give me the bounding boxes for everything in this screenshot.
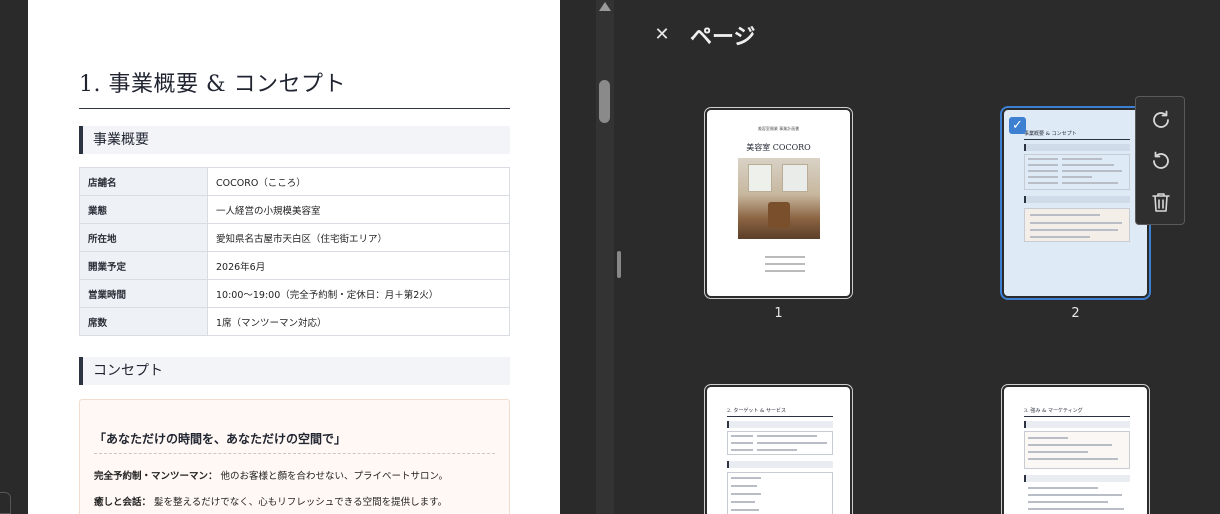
thumbnail-subtitle: 美容室開業 事業計画書 (757, 126, 800, 131)
page-thumbnail-1[interactable]: 美容室開業 事業計画書 美容室 COCORO (704, 107, 853, 299)
thumbnail-heading: 3. 強み & マーケティング (1024, 408, 1083, 414)
concept-item-label: 癒しと会話： (94, 497, 152, 508)
page-thumbnail-4[interactable]: 3. 強み & マーケティング (1001, 384, 1150, 514)
concept-box: 「あなただけの時間を、あなただけの空間で」 完全予約制・マンツーマン： 他のお客… (79, 399, 510, 514)
panel-title: ページ (690, 25, 756, 50)
panel-resize-handle[interactable] (617, 251, 621, 278)
row-key: 所在地 (79, 223, 208, 252)
row-key: 開業予定 (79, 251, 208, 280)
table-row: 席数 1席（マンツーマン対応） (79, 307, 510, 336)
rotate-clockwise-icon[interactable] (1149, 108, 1173, 132)
row-value: 2026年6月 (207, 251, 510, 280)
scroll-up-arrow-icon[interactable] (599, 2, 611, 11)
table-row: 開業予定 2026年6月 (79, 251, 510, 280)
concept-item: 完全予約制・マンツーマン： 他のお客様と顔を合わせない、プライベートサロン。 (94, 468, 495, 482)
row-value: COCORO（こころ） (207, 167, 510, 196)
section-heading-overview: 事業概要 (79, 126, 510, 154)
page-number: 2 (1071, 306, 1080, 321)
document-page: 1. 事業概要 & コンセプト 事業概要 店舗名 COCORO（こころ） 業態 一人… (28, 0, 560, 514)
concept-item: 癒しと会話： 髪を整えるだけでなく、心もリフレッシュできる空間を提供します。 (94, 494, 495, 508)
page-number: 1 (774, 306, 783, 321)
table-row: 営業時間 10:00〜19:00（完全予約制・定休日：月＋第2火） (79, 279, 510, 308)
row-value: 10:00〜19:00（完全予約制・定休日：月＋第2火） (207, 279, 510, 308)
corner-handle (0, 492, 11, 514)
thumbnail-heading: 2. ターゲット & サービス (727, 408, 786, 414)
concept-catchphrase: 「あなただけの時間を、あなただけの空間で」 (94, 430, 495, 454)
concept-item-text: 髪を整えるだけでなく、心もリフレッシュできる空間を提供します。 (154, 497, 448, 508)
document-scrollbar[interactable] (596, 0, 614, 514)
table-row: 業態 一人経営の小規模美容室 (79, 195, 510, 224)
row-value: 1席（マンツーマン対応） (207, 307, 510, 336)
row-key: 営業時間 (79, 279, 208, 308)
rotate-counterclockwise-icon[interactable] (1149, 149, 1173, 173)
table-row: 店舗名 COCORO（こころ） (79, 167, 510, 196)
row-value: 愛知県名古屋市天白区（住宅街エリア） (207, 223, 510, 252)
row-key: 店舗名 (79, 167, 208, 196)
concept-item-label: 完全予約制・マンツーマン： (94, 471, 218, 482)
trash-icon[interactable] (1149, 190, 1173, 214)
row-key: 席数 (79, 307, 208, 336)
thumbnail-title: 美容室 COCORO (746, 143, 811, 152)
row-key: 業態 (79, 195, 208, 224)
thumbnail-heading: 事業概要 & コンセプト (1024, 131, 1077, 137)
page-thumbnail-3[interactable]: 2. ターゲット & サービス (704, 384, 853, 514)
salon-photo (738, 158, 820, 239)
section-heading-concept: コンセプト (79, 357, 510, 385)
concept-item-text: 他のお客様と顔を合わせない、プライベートサロン。 (220, 471, 448, 482)
scrollbar-thumb[interactable] (599, 80, 610, 123)
page-thumbnail-2[interactable]: 事業概要 & コンセプト (1000, 106, 1151, 300)
overview-table: 店舗名 COCORO（こころ） 業態 一人経営の小規模美容室 所在地 愛知県名古屋市天… (79, 167, 510, 336)
app-root: 1. 事業概要 & コンセプト 事業概要 店舗名 COCORO（こころ） 業態 一人… (0, 0, 1220, 514)
page-actions-toolbar (1135, 96, 1185, 225)
page-title: 1. 事業概要 & コンセプト (79, 66, 510, 109)
row-value: 一人経営の小規模美容室 (207, 195, 510, 224)
table-row: 所在地 愛知県名古屋市天白区（住宅街エリア） (79, 223, 510, 252)
checkbox-checked-icon[interactable]: ✓ (1009, 117, 1026, 134)
close-icon[interactable]: ✕ (652, 24, 672, 46)
